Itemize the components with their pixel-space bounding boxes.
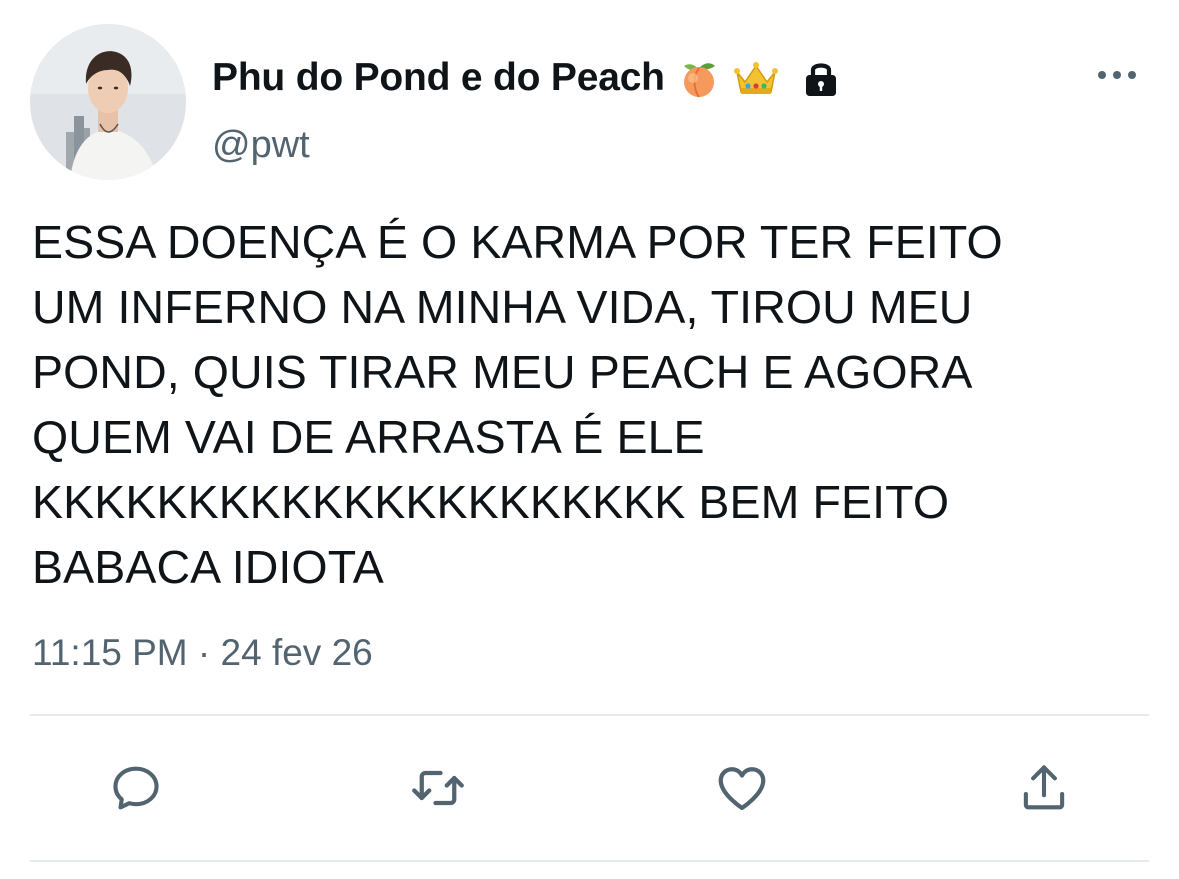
tweet-text: ESSA DOENÇA É O KARMA POR TER FEITO UM I… [32,216,1003,593]
crown-emoji-icon [733,58,779,98]
lock-icon [801,58,841,98]
timestamp-row: 11:15 PM · 24 fev 26 [32,632,373,674]
share-button[interactable] [1012,756,1076,820]
more-options-button[interactable] [1094,62,1140,88]
reply-button[interactable] [104,756,168,820]
author-handle[interactable]: @pwt [212,124,310,167]
bottom-divider [30,860,1149,862]
more-icon [1098,71,1136,79]
peach-emoji-icon [677,56,721,100]
like-icon [718,767,766,811]
tweet-time[interactable]: 11:15 PM [32,632,188,673]
retweet-icon [412,770,464,806]
divider [30,714,1149,716]
display-name[interactable]: Phu do Pond e do Peach [212,56,665,100]
reply-icon [113,766,159,810]
retweet-button[interactable] [406,756,470,820]
avatar-image [30,24,186,180]
avatar[interactable] [30,24,186,180]
author-name-row: Phu do Pond e do Peach [212,50,841,106]
share-icon [1023,765,1065,810]
like-button[interactable] [710,756,774,820]
timestamp-separator: · [197,632,211,673]
tweet-date[interactable]: 24 fev 26 [221,632,373,673]
